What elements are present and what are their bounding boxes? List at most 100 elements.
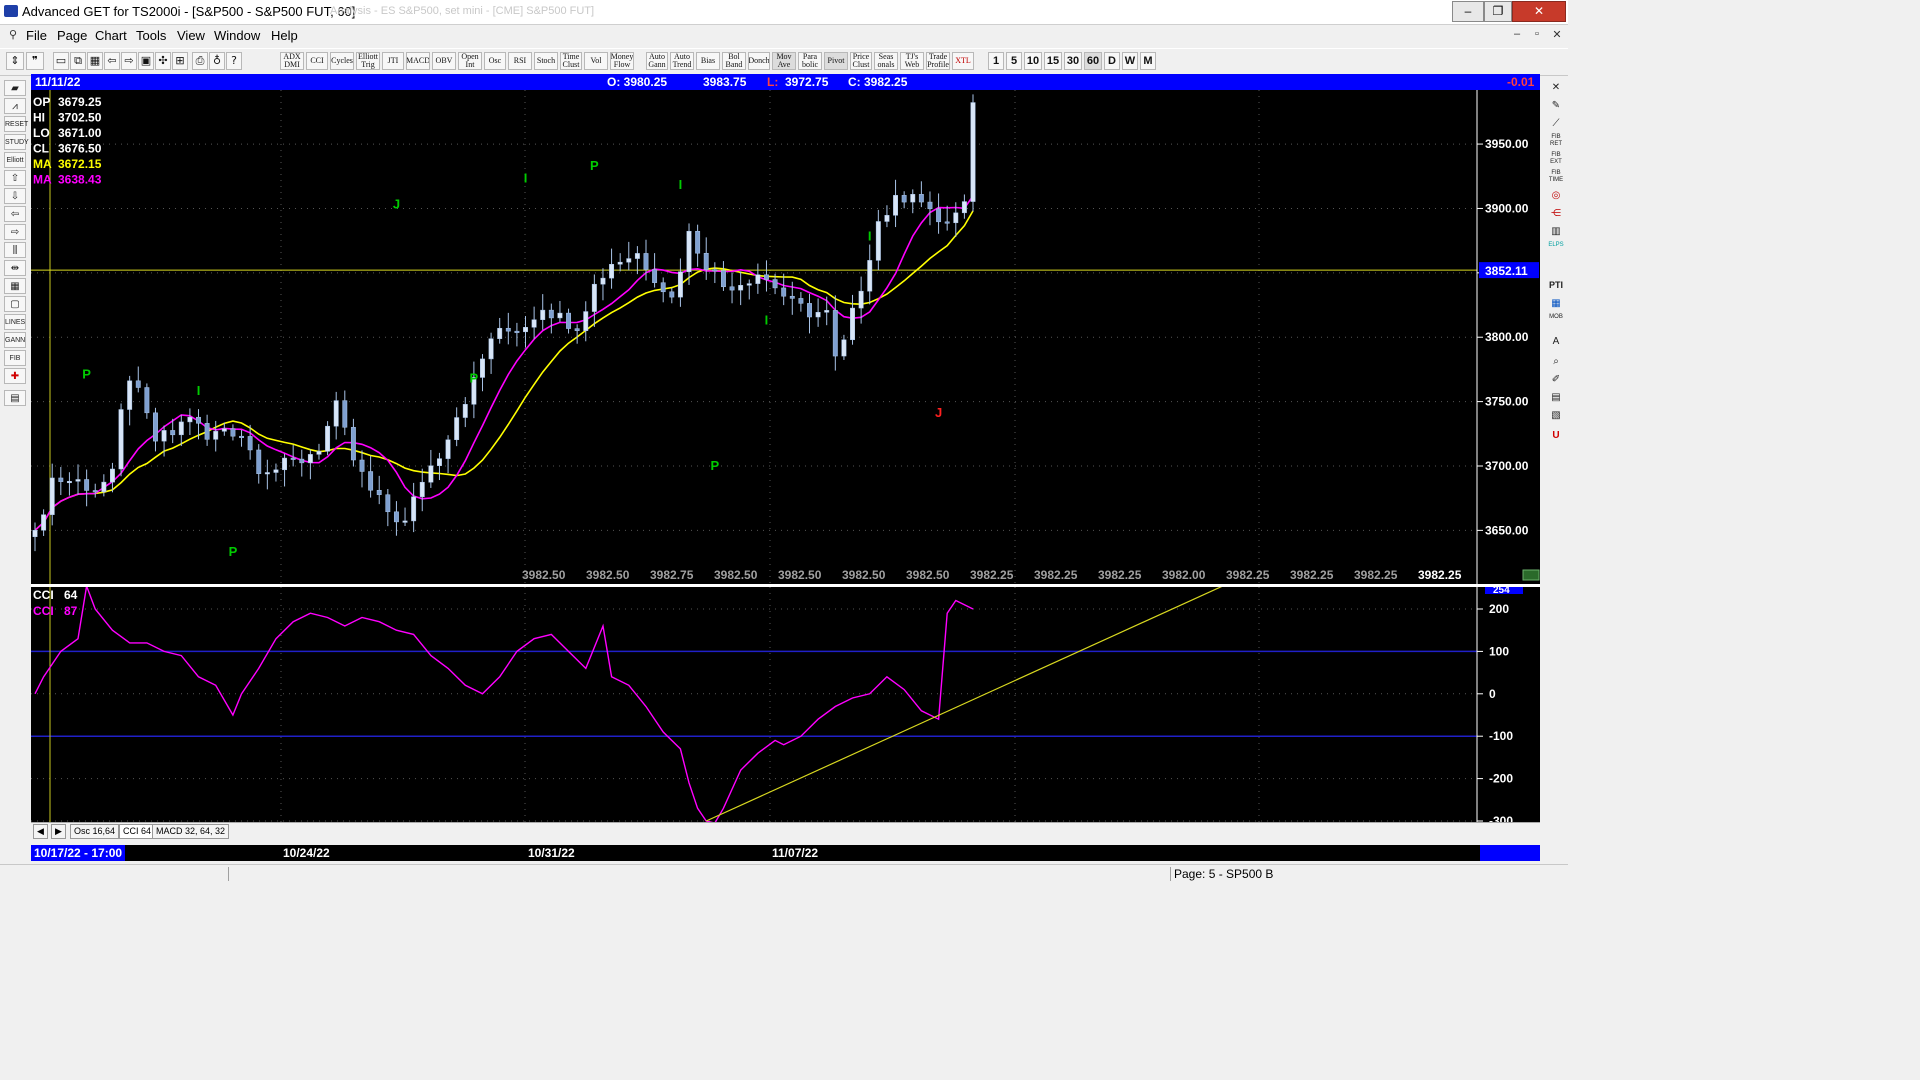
- window-icon[interactable]: ⊞: [172, 52, 188, 70]
- copy-icon[interactable]: ⧉: [70, 52, 86, 70]
- fib-time-button[interactable]: FIB TIME: [1547, 170, 1565, 185]
- study-money-flow-button[interactable]: Money Flow: [610, 52, 634, 70]
- scroll-right-icon[interactable]: ⇨: [4, 224, 26, 240]
- study-stoch-button[interactable]: Stoch: [534, 52, 558, 70]
- help-icon[interactable]: ?: [226, 52, 242, 70]
- study-bol-band-button[interactable]: Bol Band: [722, 52, 746, 70]
- timeframe-w-button[interactable]: W: [1122, 52, 1138, 70]
- crosshair-red-icon[interactable]: ✚: [4, 368, 26, 384]
- mdi-restore-button[interactable]: ▫: [1528, 28, 1546, 44]
- tab-macd[interactable]: MACD 32, 64, 32: [152, 824, 230, 839]
- timeframe-1-button[interactable]: 1: [988, 52, 1004, 70]
- timeframe-m-button[interactable]: M: [1140, 52, 1156, 70]
- timeframe-10-button[interactable]: 10: [1024, 52, 1042, 70]
- mdi-doc-icon[interactable]: ⚲: [4, 28, 22, 44]
- study-auto-trend-button[interactable]: Auto Trend: [670, 52, 694, 70]
- compress-bars-icon[interactable]: ⫼: [4, 242, 26, 258]
- pti-button[interactable]: PTI: [1547, 278, 1565, 293]
- arrow-up-icon[interactable]: ⇧: [4, 170, 26, 186]
- cci-chart[interactable]: 200 100 0 -100 -200 -300 254 CCI 64 CCI 87: [31, 583, 1540, 828]
- study-elliott-trig-button[interactable]: Elliott Trig: [356, 52, 380, 70]
- close-button[interactable]: ✕: [1512, 1, 1566, 22]
- elliott-button[interactable]: Elliott: [4, 152, 26, 168]
- tab-osc[interactable]: Osc 16,64: [70, 824, 120, 839]
- study-xtl-button[interactable]: XTL: [952, 52, 974, 70]
- grid-view-icon[interactable]: ▦: [4, 278, 26, 294]
- study-jti-button[interactable]: JTI: [382, 52, 404, 70]
- arrow-right-icon[interactable]: ⇨: [121, 52, 137, 70]
- tab-cci[interactable]: CCI 64: [119, 824, 156, 839]
- mob-button[interactable]: MOB: [1547, 314, 1565, 329]
- study-vol-button[interactable]: Vol: [584, 52, 608, 70]
- page-settings-icon[interactable]: ▤: [4, 390, 26, 406]
- study-cycles-button[interactable]: Cycles: [330, 52, 354, 70]
- study-rsi-button[interactable]: RSI: [508, 52, 532, 70]
- study-osc-button[interactable]: Osc: [484, 52, 506, 70]
- new-page-icon[interactable]: ▭: [53, 52, 69, 70]
- menu-tools[interactable]: Tools: [136, 28, 166, 43]
- study-seasonals-button[interactable]: Seas onals: [874, 52, 898, 70]
- print-icon[interactable]: ⎙: [192, 52, 208, 70]
- open-chart-icon[interactable]: ▰: [4, 80, 26, 96]
- cci-chart-svg[interactable]: 200 100 0 -100 -200 -300 254 CCI 64 CCI 87: [31, 583, 1540, 828]
- study-adx-dmi-button[interactable]: ADX DMI: [280, 52, 304, 70]
- study-button[interactable]: STUDY: [4, 134, 29, 150]
- magnet-tool-icon[interactable]: U: [1547, 428, 1565, 443]
- menu-help[interactable]: Help: [271, 28, 298, 43]
- menu-page[interactable]: Page: [57, 28, 87, 43]
- study-auto-gann-button[interactable]: Auto Gann: [646, 52, 668, 70]
- study-trade-profile-button[interactable]: Trade Profile: [926, 52, 950, 70]
- study-mov-ave-button[interactable]: Mov Ave: [772, 52, 796, 70]
- layout-icon[interactable]: ▣: [138, 52, 154, 70]
- spiral-tool-icon[interactable]: ◎: [1547, 188, 1565, 203]
- expand-bars-icon[interactable]: ⇹: [4, 260, 26, 276]
- fib-ret-button[interactable]: FIB RET: [1547, 134, 1565, 149]
- text-tool-icon[interactable]: A: [1547, 334, 1565, 349]
- restore-button[interactable]: ❐: [1484, 1, 1512, 22]
- reset-button[interactable]: RESET: [4, 116, 28, 132]
- study-macd-button[interactable]: MACD: [406, 52, 430, 70]
- timeframe-d-button[interactable]: D: [1104, 52, 1120, 70]
- study-tjs-web-button[interactable]: TJ's Web: [900, 52, 924, 70]
- tab-scroll-left[interactable]: ◀: [33, 824, 48, 839]
- arrow-down-icon[interactable]: ⇩: [4, 188, 26, 204]
- pencil-tool-icon[interactable]: ✎: [1547, 98, 1565, 113]
- study-bias-button[interactable]: Bias: [696, 52, 720, 70]
- crosshair-icon[interactable]: ✣: [155, 52, 171, 70]
- mdi-minimize-button[interactable]: –: [1508, 28, 1526, 44]
- paint-tool-icon[interactable]: ✐: [1547, 372, 1565, 387]
- pointer-icon[interactable]: ⇕: [6, 52, 24, 70]
- lightbulb-icon[interactable]: ♁: [209, 52, 225, 70]
- grid-icon[interactable]: ▦: [87, 52, 103, 70]
- fib-ext-button[interactable]: FIB EXT: [1547, 152, 1565, 167]
- gann-button[interactable]: GANN: [4, 332, 26, 348]
- menu-file[interactable]: File: [26, 28, 47, 43]
- study-cci-button[interactable]: CCI: [306, 52, 328, 70]
- timeframe-30-button[interactable]: 30: [1064, 52, 1082, 70]
- trendline-tool-icon[interactable]: ⟋: [1547, 116, 1565, 131]
- tab-scroll-right[interactable]: ▶: [51, 824, 66, 839]
- study-obv-button[interactable]: OBV: [432, 52, 456, 70]
- minimize-button[interactable]: –: [1452, 1, 1484, 22]
- ellipse-tool-button[interactable]: ELPS: [1547, 242, 1565, 257]
- study-time-clust-button[interactable]: Time Clust: [560, 52, 582, 70]
- timeframe-5-button[interactable]: 5: [1006, 52, 1022, 70]
- zoom-box-icon[interactable]: ▢: [4, 296, 26, 312]
- grid-tool-icon[interactable]: ▦: [1547, 296, 1565, 311]
- price-chart-svg[interactable]: P I P J P I P I P I I J 3650.00 3700.00 3750.00 3800.0…: [31, 90, 1540, 584]
- arrow-left-icon[interactable]: ⇦: [104, 52, 120, 70]
- menu-window[interactable]: Window: [214, 28, 260, 43]
- zoom-tool-icon[interactable]: ⌕: [1547, 354, 1565, 369]
- notes-tool-icon[interactable]: ▧: [1547, 408, 1565, 423]
- scroll-left-icon[interactable]: ⇦: [4, 206, 26, 222]
- study-open-int-button[interactable]: Open Int: [458, 52, 482, 70]
- menu-view[interactable]: View: [177, 28, 205, 43]
- fan-tool-icon[interactable]: ⋲: [1547, 206, 1565, 221]
- list-tool-icon[interactable]: ▤: [1547, 390, 1565, 405]
- fib-button[interactable]: FIB: [4, 350, 26, 366]
- channel-tool-icon[interactable]: ▥: [1547, 224, 1565, 239]
- mdi-close-button[interactable]: ✕: [1548, 28, 1566, 44]
- study-pivot-button[interactable]: Pivot: [824, 52, 848, 70]
- price-chart[interactable]: P I P J P I P I P I I J 3650.00 3700.00 3750.00 3800.0…: [31, 90, 1540, 584]
- menu-chart[interactable]: Chart: [95, 28, 127, 43]
